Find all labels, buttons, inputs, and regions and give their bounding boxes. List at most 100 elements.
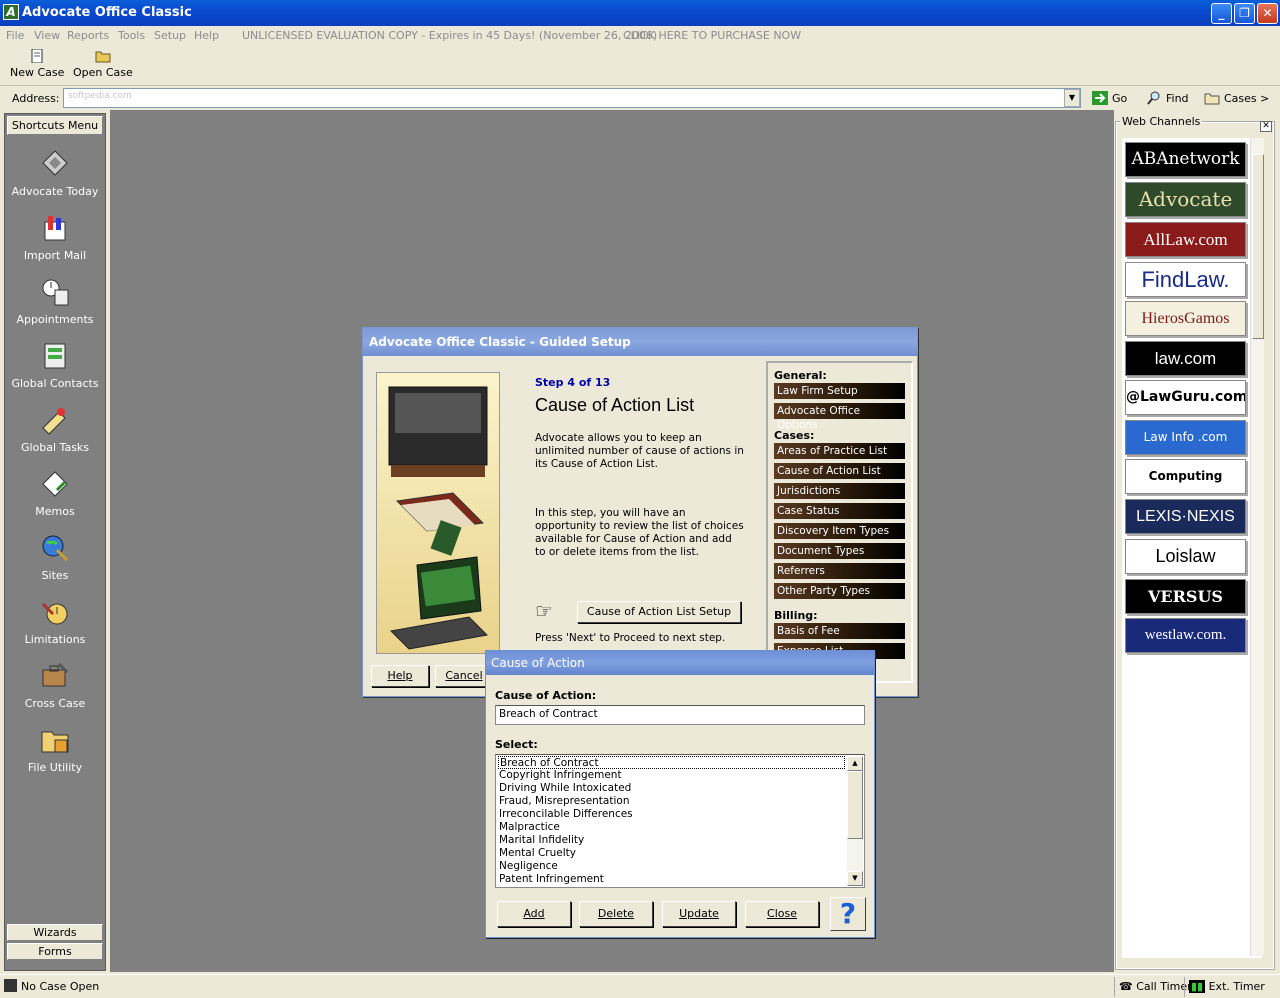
new-case-label: New Case <box>10 66 65 79</box>
find-button[interactable]: Find <box>1142 88 1193 108</box>
menu-view[interactable]: View <box>34 29 60 42</box>
web-channels-scrollbar[interactable] <box>1250 138 1264 956</box>
sidebar-item-label: Appointments <box>16 313 94 326</box>
help-question-icon[interactable]: ? <box>830 897 866 931</box>
shortcuts-menu-header[interactable]: Shortcuts Menu <box>7 116 103 135</box>
cause-of-action-list-setup-button[interactable]: Cause of Action List Setup <box>577 601 741 623</box>
sidebar-item-file-utility[interactable]: File Utility <box>5 724 105 774</box>
sidebar-item-global-tasks[interactable]: Global Tasks <box>5 404 105 454</box>
new-case-button[interactable]: New Case <box>10 49 64 79</box>
step-advocate-office-options[interactable]: Advocate Office Options <box>774 403 905 431</box>
web-channel-logo[interactable]: law.com <box>1125 341 1246 376</box>
address-bar: Address: softpedia.com ▼ Go Find Cases > <box>0 86 1280 110</box>
list-item[interactable]: Mental Cruelty <box>499 847 576 860</box>
step-areas-of-practice-list[interactable]: Areas of Practice List <box>774 443 905 459</box>
sidebar-item-label: Import Mail <box>23 249 87 262</box>
step-cause-of-action-list[interactable]: Cause of Action List <box>774 463 905 479</box>
list-item[interactable]: Negligence <box>499 860 558 873</box>
web-channel-logo[interactable]: Advocate <box>1125 182 1246 217</box>
find-label: Find <box>1166 92 1189 105</box>
address-dropdown-icon[interactable]: ▼ <box>1064 89 1080 107</box>
list-item[interactable]: Driving While Intoxicated <box>499 782 631 795</box>
scrollbar-thumb[interactable] <box>1252 154 1264 339</box>
list-item[interactable]: Breach of Contract <box>498 756 845 769</box>
sidebar-item-sites[interactable]: Sites <box>5 532 105 582</box>
sidebar-item-appointments[interactable]: Appointments <box>5 276 105 326</box>
wizards-button[interactable]: Wizards <box>7 924 103 941</box>
menu-tools[interactable]: Tools <box>118 29 145 42</box>
list-item[interactable]: Patent Infringement <box>499 873 604 886</box>
web-channel-logo[interactable]: LEXIS·NEXIS <box>1125 499 1246 534</box>
step-jurisdictions[interactable]: Jurisdictions <box>774 483 905 499</box>
close-dialog-button[interactable]: Close <box>745 901 819 927</box>
window-title: Advocate Office Classic <box>22 5 192 20</box>
close-icon[interactable]: ✕ <box>1260 121 1272 132</box>
list-item[interactable]: Marital Infidelity <box>499 834 584 847</box>
purchase-link[interactable]: CLICK HERE TO PURCHASE NOW <box>623 29 801 42</box>
sidebar-item-advocate-today[interactable]: Advocate Today <box>5 148 105 198</box>
global-contacts-icon <box>44 343 66 369</box>
address-input[interactable]: softpedia.com <box>63 88 1081 108</box>
update-button[interactable]: Update <box>662 901 736 927</box>
maximize-button[interactable]: ❐ <box>1234 3 1255 24</box>
file-utility-icon <box>41 731 69 753</box>
step-case-status[interactable]: Case Status <box>774 503 905 519</box>
menu-reports[interactable]: Reports <box>67 29 109 42</box>
help-button[interactable]: Help <box>371 665 429 687</box>
step-discovery-item-types[interactable]: Discovery Item Types <box>774 523 905 539</box>
go-button[interactable]: Go <box>1088 88 1131 108</box>
list-item[interactable]: Copyright Infringement <box>499 769 622 782</box>
web-channel-logo[interactable]: AllLaw.com <box>1125 222 1246 257</box>
cause-of-action-input[interactable]: Breach of Contract <box>495 705 865 725</box>
sidebar-item-limitations[interactable]: Limitations <box>5 596 105 646</box>
web-channel-logo[interactable]: @LawGuru.com <box>1125 380 1246 415</box>
web-channel-logo[interactable]: HierosGamos <box>1125 301 1246 336</box>
web-channel-logo[interactable]: Loislaw <box>1125 539 1246 574</box>
toolbar: New Case Open Case <box>0 46 1280 86</box>
sidebar-item-global-contacts[interactable]: Global Contacts <box>5 340 105 390</box>
add-button[interactable]: Add <box>497 901 571 927</box>
sidebar-item-import-mail[interactable]: Import Mail <box>5 212 105 262</box>
menu-help[interactable]: Help <box>194 29 219 42</box>
minimize-button[interactable]: _ <box>1211 3 1232 24</box>
sidebar-item-cross-case[interactable]: Cross Case <box>5 660 105 710</box>
delete-button[interactable]: Delete <box>579 901 653 927</box>
sites-icon <box>42 535 69 562</box>
list-scrollbar[interactable]: ▲ ▼ <box>847 756 863 886</box>
menu-setup[interactable]: Setup <box>154 29 186 42</box>
sidebar-item-label: Advocate Today <box>11 185 99 198</box>
address-label: Address: <box>12 92 60 105</box>
step-basis-of-fee[interactable]: Basis of Fee <box>774 623 905 639</box>
scroll-down-icon[interactable]: ▼ <box>847 871 863 886</box>
list-item[interactable]: Malpractice <box>499 821 560 834</box>
delete-label: Delete <box>597 907 635 920</box>
cases-button[interactable]: Cases > <box>1200 88 1273 108</box>
global-tasks-icon <box>42 408 66 435</box>
forms-button[interactable]: Forms <box>7 943 103 960</box>
scroll-up-icon[interactable]: ▲ <box>847 756 863 771</box>
web-channel-logo[interactable]: westlaw.com. <box>1125 618 1246 653</box>
list-item[interactable]: Fraud, Misrepresentation <box>499 795 629 808</box>
menu-file[interactable]: File <box>6 29 24 42</box>
open-case-button[interactable]: Open Case <box>73 49 133 79</box>
ext-timer-button[interactable]: ▮▮ Ext. Timer <box>1184 977 1269 997</box>
web-channel-logo[interactable]: FindLaw. <box>1125 262 1246 297</box>
close-button[interactable]: ✕ <box>1257 3 1278 24</box>
status-bar: No Case Open ☎ Call Timer ▮▮ Ext. Timer <box>0 974 1280 998</box>
step-law-firm-setup[interactable]: Law Firm Setup <box>774 383 905 399</box>
web-channel-logo[interactable]: VERSUS LAW <box>1125 579 1246 614</box>
go-label: Go <box>1112 92 1128 105</box>
web-channel-logo[interactable]: ABAnetwork <box>1125 142 1246 177</box>
web-channel-logo[interactable]: Computing online <box>1125 459 1246 494</box>
step-referrers[interactable]: Referrers <box>774 563 905 579</box>
update-label: Update <box>679 907 719 920</box>
step-document-types[interactable]: Document Types <box>774 543 905 559</box>
sidebar-item-memos[interactable]: Memos <box>5 468 105 518</box>
go-arrow-icon <box>1092 91 1108 105</box>
list-item[interactable]: Irreconcilable Differences <box>499 808 633 821</box>
web-channel-logo[interactable]: Law Info .com <box>1125 420 1246 455</box>
billing-group-label: Billing: <box>774 609 818 622</box>
scrollbar-thumb[interactable] <box>847 771 863 839</box>
cause-of-action-listbox[interactable]: Breach of Contract Copyright Infringemen… <box>495 754 865 888</box>
step-other-party-types[interactable]: Other Party Types <box>774 583 905 599</box>
